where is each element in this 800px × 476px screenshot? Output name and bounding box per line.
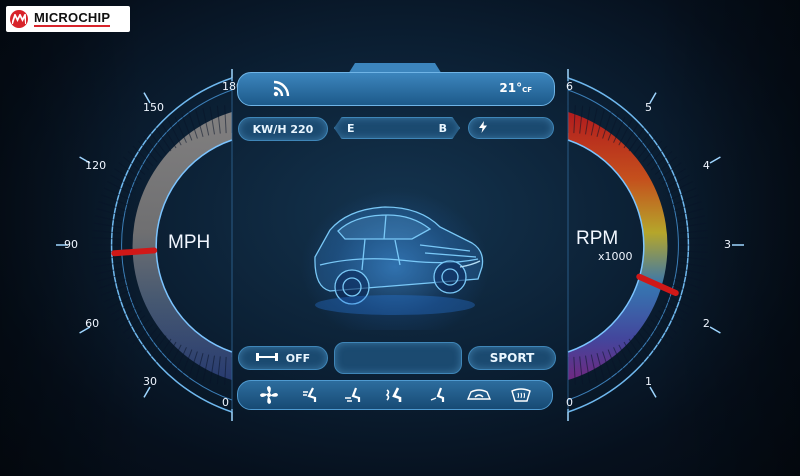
tachometer-segment — [638, 135, 657, 159]
seat-airflow-feet-icon[interactable] — [340, 384, 366, 406]
battery-range-bar: E B — [334, 117, 460, 139]
speedometer-segment — [161, 341, 177, 367]
tachometer-segment — [676, 208, 704, 217]
speedometer-tick-label: 60 — [85, 317, 100, 330]
drive-mode-label: SPORT — [489, 351, 535, 365]
tachometer-segment — [642, 327, 663, 350]
tachometer-tick-label: 5 — [645, 101, 652, 115]
speedometer-segment — [94, 215, 123, 223]
tachometer-segment — [679, 237, 708, 240]
recirculation-icon[interactable] — [466, 384, 492, 406]
range-end-label: B — [438, 121, 447, 135]
tachometer-major-tick — [709, 156, 721, 164]
tachometer-segment — [679, 256, 708, 261]
tachometer-segment — [628, 127, 645, 152]
tachometer-tick-label: 1 — [645, 374, 652, 388]
seat-adjust-icon — [255, 352, 278, 365]
rpm-unit-label: RPM — [576, 228, 619, 249]
tachometer-tick-label: 6 — [566, 80, 573, 93]
speedometer-segment — [92, 229, 121, 234]
fan-icon[interactable] — [256, 384, 282, 406]
speedometer-segment — [93, 262, 122, 268]
speedometer-segment — [92, 256, 121, 261]
drive-mode-button[interactable]: SPORT — [468, 346, 556, 370]
center-info-display — [334, 342, 462, 374]
tachometer-segment — [676, 273, 704, 282]
tachometer-major-tick — [709, 326, 721, 334]
speedometer-segment — [161, 123, 177, 149]
speedometer-segment — [92, 237, 121, 240]
defrost-icon[interactable] — [508, 384, 534, 406]
kwh-display: KW/H 220 — [238, 117, 328, 141]
tachometer-segment — [661, 305, 686, 322]
speedometer-segment — [155, 338, 172, 363]
speedometer-segment — [127, 319, 150, 340]
rpm-multiplier-label: x1000 — [598, 250, 633, 263]
seat-airflow-heat-icon[interactable] — [382, 384, 408, 406]
tachometer-segment — [650, 150, 673, 171]
speedometer-segment — [143, 135, 162, 159]
speedometer-segment — [110, 174, 136, 190]
speedometer-tick-label: 150 — [143, 101, 164, 115]
speedometer-segment — [114, 305, 139, 322]
tachometer-segment — [664, 300, 690, 316]
speedometer-segment — [114, 168, 139, 185]
speedometer-segment — [94, 267, 123, 275]
tachometer-segment — [661, 168, 686, 185]
car-wireframe-icon — [314, 206, 484, 315]
status-bar: 21°CF — [237, 72, 555, 106]
speedometer-segment — [96, 273, 124, 282]
speedometer-segment — [127, 150, 150, 171]
tachometer-segment — [679, 229, 708, 234]
tachometer-segment — [638, 331, 657, 355]
climate-controls — [237, 380, 553, 410]
seat-airflow-face-icon[interactable] — [298, 384, 324, 406]
temperature-unit: CF — [522, 86, 532, 94]
speedometer-major-tick — [143, 386, 151, 398]
speedometer-tick-label: 30 — [143, 374, 157, 388]
tachometer-segment — [664, 174, 690, 190]
tachometer-segment — [628, 338, 645, 363]
speedometer-segment — [93, 222, 122, 228]
seat-airflow-recline-icon[interactable] — [424, 384, 450, 406]
speedometer-segment — [110, 300, 136, 316]
temperature-readout: 21°CF — [499, 81, 532, 95]
tachometer-segment — [678, 222, 707, 228]
tachometer-segment — [623, 341, 639, 367]
speedometer-tick-label: 0 — [222, 396, 229, 409]
speedometer-tick-label: 90 — [64, 238, 78, 251]
wifi-icon[interactable] — [272, 80, 292, 102]
tachometer-major-tick — [649, 386, 657, 398]
tachometer-tick-label: 0 — [566, 396, 573, 409]
kwh-label: KW/H 220 — [252, 122, 314, 136]
tachometer-tick-label: 2 — [702, 317, 710, 330]
speedometer-segment — [96, 208, 124, 217]
speedometer-segment — [137, 327, 158, 350]
tachometer-segment — [677, 215, 706, 223]
tachometer-segment — [677, 267, 706, 275]
speedometer-segment — [143, 331, 162, 355]
speedometer-needle — [111, 247, 158, 257]
tachometer-segment — [679, 250, 708, 253]
range-start-label: E — [347, 121, 355, 135]
tachometer-segment — [642, 140, 663, 163]
temperature-value: 21° — [499, 81, 523, 95]
tachometer-tick-label: 3 — [724, 238, 731, 251]
bolt-icon — [479, 120, 487, 136]
charge-indicator[interactable] — [468, 117, 554, 139]
seat-toggle-label: OFF — [285, 351, 311, 365]
speed-unit-label: MPH — [168, 232, 211, 253]
seat-toggle[interactable]: OFF — [238, 346, 328, 370]
tachometer-segment — [678, 262, 707, 268]
tachometer-tick-label: 4 — [702, 159, 710, 172]
speedometer-segment — [137, 140, 158, 163]
speedometer-tick-label: 120 — [85, 159, 107, 172]
tachometer-segment — [650, 319, 673, 340]
tachometer-segment — [623, 123, 639, 149]
speedometer-segment — [155, 127, 172, 152]
